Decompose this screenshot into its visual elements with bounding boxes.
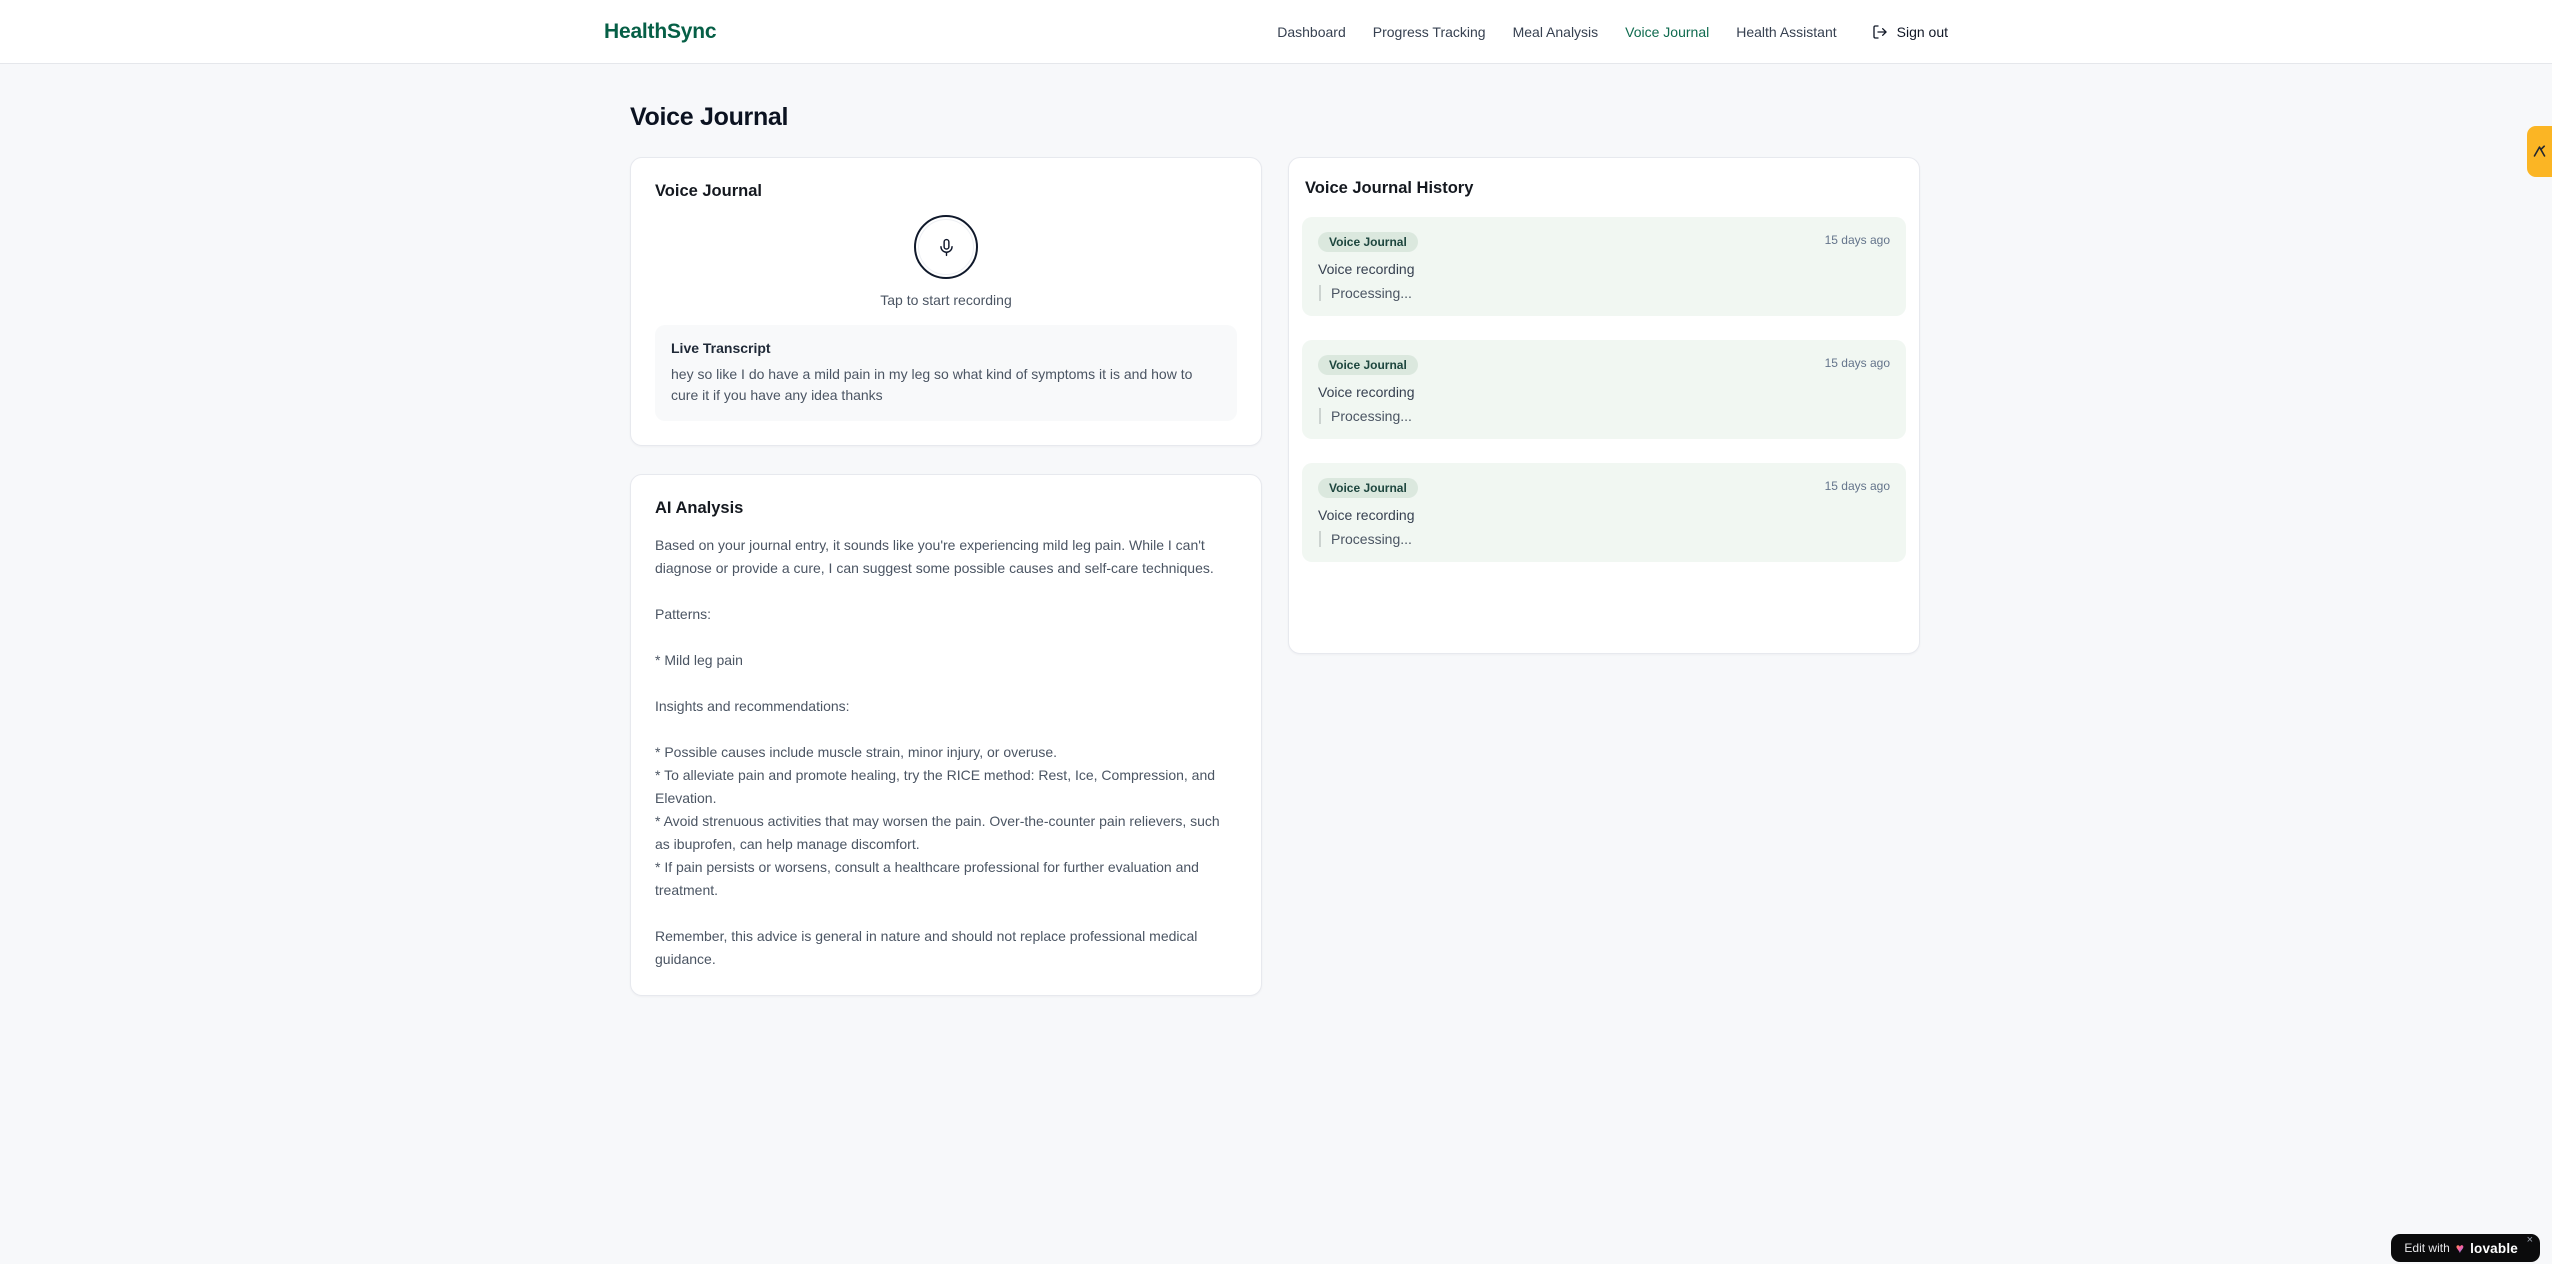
- browser-extension-tab[interactable]: [2527, 126, 2552, 177]
- record-button[interactable]: [914, 215, 978, 279]
- recorder-card-title: Voice Journal: [655, 182, 762, 200]
- nav-item-progress-tracking[interactable]: Progress Tracking: [1373, 24, 1486, 40]
- ai-analysis-body: Based on your journal entry, it sounds l…: [655, 537, 1220, 967]
- entry-timestamp: 15 days ago: [1824, 356, 1890, 370]
- lovable-badge-prefix: Edit with: [2404, 1241, 2450, 1255]
- tap-to-record-label: Tap to start recording: [880, 292, 1012, 308]
- voice-recorder-card: Voice Journal Tap to start recording Liv…: [630, 157, 1262, 446]
- entry-type-badge: Voice Journal: [1318, 478, 1418, 498]
- entry-type-badge: Voice Journal: [1318, 232, 1418, 252]
- entry-type-badge: Voice Journal: [1318, 355, 1418, 375]
- entry-status: Processing...: [1319, 531, 1890, 547]
- microphone-icon: [937, 238, 956, 257]
- sign-out-label: Sign out: [1896, 23, 1948, 40]
- nav-item-dashboard[interactable]: Dashboard: [1277, 24, 1346, 40]
- app-header: HealthSync Dashboard Progress Tracking M…: [0, 0, 2552, 64]
- brand-logo[interactable]: HealthSync: [604, 20, 717, 44]
- history-entry[interactable]: Voice Journal 15 days ago Voice recordin…: [1302, 340, 1906, 439]
- page-title: Voice Journal: [630, 103, 789, 131]
- entry-status: Processing...: [1319, 408, 1890, 424]
- history-list: Voice Journal 15 days ago Voice recordin…: [1302, 217, 1906, 562]
- main-content: Voice Journal Voice Journal Tap to start…: [630, 64, 1922, 996]
- live-transcript-title: Live Transcript: [671, 340, 771, 356]
- left-column: Voice Journal Tap to start recording Liv…: [630, 157, 1262, 996]
- lovable-brand-label: lovable: [2470, 1240, 2518, 1256]
- voice-journal-history-panel: Voice Journal History Voice Journal 15 d…: [1288, 157, 1920, 654]
- main-nav: Dashboard Progress Tracking Meal Analysi…: [1277, 24, 1948, 40]
- entry-description: Voice recording: [1318, 261, 1415, 277]
- history-panel-title: Voice Journal History: [1305, 179, 1474, 197]
- extension-logo-icon: [2532, 144, 2547, 159]
- entry-description: Voice recording: [1318, 384, 1415, 400]
- ai-analysis-card: AI Analysis Based on your journal entry,…: [630, 474, 1262, 996]
- edit-with-lovable-badge[interactable]: Edit with ♥ lovable ×: [2391, 1234, 2540, 1262]
- live-transcript-box: Live Transcript hey so like I do have a …: [655, 325, 1237, 421]
- history-entry[interactable]: Voice Journal 15 days ago Voice recordin…: [1302, 463, 1906, 562]
- nav-item-health-assistant[interactable]: Health Assistant: [1736, 24, 1836, 40]
- sign-out-button[interactable]: Sign out: [1872, 24, 1948, 40]
- heart-icon: ♥: [2455, 1240, 2465, 1256]
- entry-description: Voice recording: [1318, 507, 1415, 523]
- log-out-icon: [1872, 24, 1888, 40]
- live-transcript-text: hey so like I do have a mild pain in my …: [671, 366, 1193, 403]
- close-icon[interactable]: ×: [2527, 1235, 2533, 1246]
- entry-timestamp: 15 days ago: [1824, 233, 1890, 247]
- entry-timestamp: 15 days ago: [1824, 479, 1890, 493]
- nav-item-voice-journal[interactable]: Voice Journal: [1625, 24, 1709, 40]
- history-entry[interactable]: Voice Journal 15 days ago Voice recordin…: [1302, 217, 1906, 316]
- entry-status: Processing...: [1319, 285, 1890, 301]
- nav-item-meal-analysis[interactable]: Meal Analysis: [1513, 24, 1599, 40]
- ai-analysis-title: AI Analysis: [655, 499, 744, 517]
